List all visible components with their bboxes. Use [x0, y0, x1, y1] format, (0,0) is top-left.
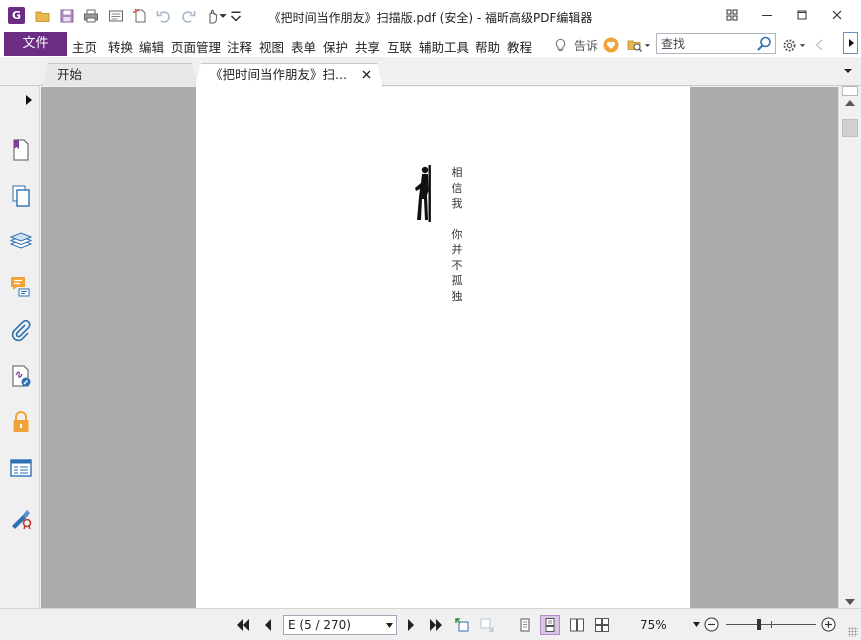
zoom-out-icon[interactable]	[704, 617, 719, 632]
close-button[interactable]	[822, 4, 852, 26]
tab-accessibility[interactable]: 辅助工具	[419, 37, 469, 56]
search-input-field[interactable]	[661, 34, 757, 52]
ribbon-expand-button[interactable]	[843, 32, 858, 54]
text-char: 你	[451, 227, 463, 241]
tab-organize[interactable]: 页面管理	[171, 37, 221, 56]
tell-me-label: 告诉	[574, 38, 599, 53]
tab-share[interactable]: 共享	[355, 37, 380, 56]
text-char: 信	[451, 181, 463, 195]
vertical-scrollbar[interactable]	[838, 86, 861, 608]
scroll-left-icon[interactable]	[815, 35, 823, 55]
continuous-view-icon[interactable]	[540, 615, 560, 635]
text-char: 相	[451, 166, 463, 179]
tab-comment[interactable]: 注释	[227, 37, 252, 56]
tab-label: 《把时间当作朋友》扫...	[210, 67, 347, 82]
print-icon[interactable]	[81, 6, 101, 26]
undo-icon[interactable]	[154, 6, 174, 26]
zoom-slider-tick	[771, 621, 772, 628]
tab-form[interactable]: 表单	[291, 37, 316, 56]
tab-help[interactable]: 帮助	[475, 37, 500, 56]
chevron-down-icon[interactable]	[386, 623, 393, 628]
tab-current-document[interactable]: 《把时间当作朋友》扫...	[195, 63, 383, 87]
text-char: 独	[451, 289, 463, 303]
feedback-heart-icon[interactable]	[603, 35, 619, 55]
tab-start[interactable]: 开始	[42, 63, 198, 86]
save-icon[interactable]	[57, 6, 77, 26]
zoom-slider-thumb[interactable]	[757, 619, 762, 630]
page-number-field[interactable]: E (5 / 270)	[283, 615, 397, 635]
tab-list-dropdown-icon[interactable]	[843, 67, 853, 75]
close-icon[interactable]	[361, 69, 372, 80]
vertical-text-column: 相 信 我 你 并 不 孤 独	[450, 165, 464, 304]
text-char: 不	[451, 258, 463, 272]
tab-home[interactable]: 主页	[72, 37, 97, 56]
scroll-up-icon[interactable]	[845, 100, 855, 106]
document-tabs: 开始 《把时间当作朋友》扫...	[0, 57, 861, 86]
ribbon-tabs: 文件 主页 转换 编辑 页面管理 注释 视图 表单 保护 共享 互联 辅助工具 …	[0, 32, 861, 57]
facing-view-icon[interactable]	[567, 615, 587, 635]
lightbulb-icon	[555, 38, 566, 51]
text-char: 孤	[451, 274, 463, 287]
security-lock-icon[interactable]	[7, 408, 35, 436]
chevron-right-icon	[848, 39, 854, 47]
last-page-icon[interactable]	[427, 616, 445, 634]
zoom-level[interactable]: 75%	[640, 618, 667, 632]
document-viewport[interactable]: 相 信 我 你 并 不 孤 独	[41, 87, 838, 608]
tab-tutorial[interactable]: 教程	[507, 37, 532, 56]
app-logo[interactable]: G	[8, 7, 25, 24]
new-document-icon[interactable]	[130, 6, 150, 26]
next-page-icon[interactable]	[402, 616, 420, 634]
text-char: 我	[451, 197, 463, 210]
tab-label: 开始	[57, 67, 83, 82]
continuous-facing-view-icon[interactable]	[592, 615, 612, 635]
zoom-dropdown-icon[interactable]	[693, 622, 700, 627]
next-view-icon[interactable]	[478, 616, 496, 634]
ribbon-display-options-icon[interactable]	[717, 4, 747, 26]
scrollbar-thumb[interactable]	[842, 119, 858, 137]
text-char: 并	[451, 243, 463, 256]
tell-me[interactable]: 告诉	[553, 35, 598, 55]
previous-view-icon[interactable]	[453, 616, 471, 634]
settings-gear-icon[interactable]	[782, 35, 806, 55]
attachments-paperclip-icon[interactable]	[7, 317, 35, 345]
scan-icon[interactable]	[106, 6, 126, 26]
minimize-button[interactable]	[752, 4, 782, 26]
tab-edit[interactable]: 编辑	[139, 37, 164, 56]
previous-page-icon[interactable]	[259, 616, 277, 634]
single-page-view-icon[interactable]	[515, 615, 535, 635]
search-input[interactable]	[656, 33, 776, 54]
chevron-down-icon[interactable]	[218, 6, 228, 26]
resize-grip[interactable]	[848, 627, 858, 637]
search-options-icon[interactable]	[627, 35, 651, 55]
customize-toolbar-icon[interactable]	[230, 6, 242, 26]
file-menu-button[interactable]: 文件	[4, 32, 67, 56]
first-page-icon[interactable]	[234, 616, 252, 634]
bookmarks-icon[interactable]	[7, 136, 35, 164]
certificate-icon[interactable]	[7, 504, 35, 532]
layers-icon[interactable]	[7, 227, 35, 255]
zoom-in-icon[interactable]	[821, 617, 836, 632]
tab-convert[interactable]: 转换	[108, 37, 133, 56]
navigation-panel	[0, 86, 40, 608]
tab-protect[interactable]: 保护	[323, 37, 348, 56]
page-number-value: E (5 / 270)	[288, 618, 351, 632]
status-bar: E (5 / 270) 75%	[0, 608, 861, 640]
comments-icon[interactable]	[7, 272, 35, 300]
scroll-down-icon[interactable]	[845, 599, 855, 605]
redo-icon[interactable]	[178, 6, 198, 26]
signatures-icon[interactable]	[7, 362, 35, 390]
restore-button[interactable]	[787, 4, 817, 26]
title-bar: G 《把时间当作朋友》扫描版.pdf (安全) - 福昕高级PDF编辑器	[0, 0, 861, 32]
silhouette-illustration	[415, 165, 431, 222]
split-view-handle[interactable]	[842, 86, 858, 96]
open-folder-icon[interactable]	[33, 6, 53, 26]
search-icon[interactable]	[755, 35, 773, 53]
pdf-page: 相 信 我 你 并 不 孤 独	[196, 87, 690, 608]
panel-expand-icon[interactable]	[25, 95, 33, 105]
page-thumbnails-icon[interactable]	[7, 182, 35, 210]
tab-view[interactable]: 视图	[259, 37, 284, 56]
content-panel-icon[interactable]	[7, 454, 35, 482]
tab-connect[interactable]: 互联	[387, 37, 412, 56]
